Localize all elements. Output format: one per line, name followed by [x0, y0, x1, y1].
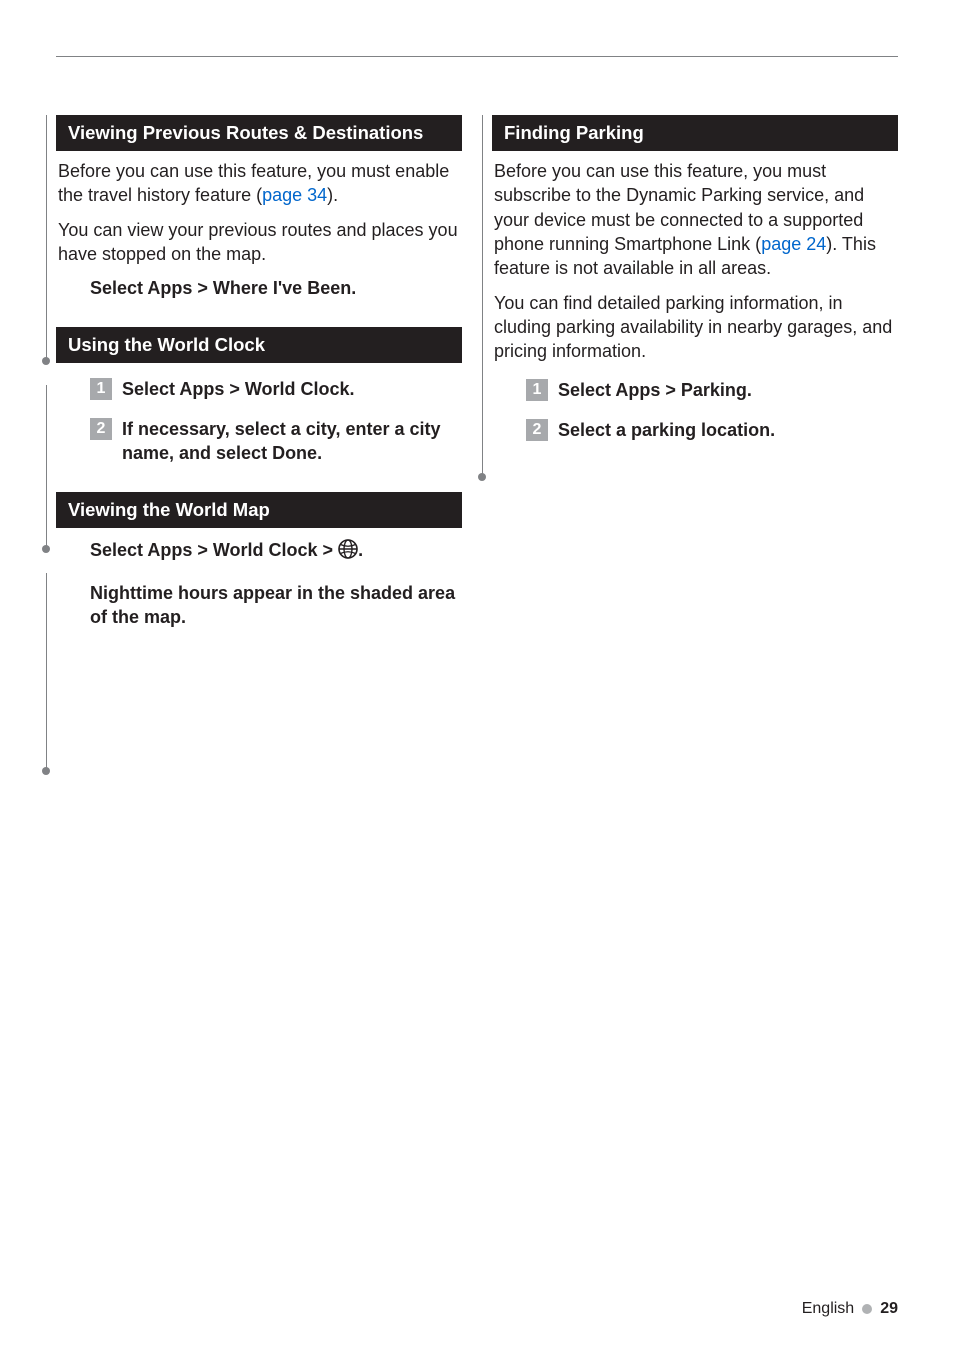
- step-text: Select Apps > Parking.: [558, 378, 752, 402]
- text: Before you can use this feature, you mus…: [58, 161, 449, 205]
- body-text: Before you can use this feature, you mus…: [494, 159, 898, 280]
- section-heading: Finding Parking: [492, 115, 898, 151]
- section-heading: Using the World Clock: [56, 327, 462, 363]
- step-text: If necessary, select a city, enter a cit…: [122, 417, 462, 466]
- section-rail: [46, 573, 47, 771]
- step-item: 2 Select a parking location.: [526, 418, 898, 442]
- section-rail: [46, 385, 47, 549]
- section-rail: [46, 115, 47, 361]
- right-column: Finding Parking Before you can use this …: [492, 115, 898, 656]
- step-text: Select Apps > Where I've Been.: [90, 276, 462, 300]
- section-heading: Viewing Previous Routes & Destinations: [56, 115, 462, 151]
- rail-dot: [42, 357, 50, 365]
- step-list: Select Apps > World Clock > . Nighttime …: [90, 538, 462, 630]
- step-list: 1 Select Apps > World Clock. 2 If necess…: [90, 377, 462, 466]
- section-world-map: Viewing the World Map Select Apps > Worl…: [56, 492, 462, 630]
- text: ).: [327, 185, 338, 205]
- body-text: You can view your previous routes and pl…: [58, 218, 462, 267]
- step-number-badge: 2: [526, 419, 548, 441]
- page: Viewing Previous Routes & Destinations B…: [0, 0, 954, 1354]
- header-rule: [56, 56, 898, 57]
- page-footer: English 29: [802, 1300, 898, 1318]
- body-text: Before you can use this feature, you mus…: [58, 159, 462, 208]
- rail-dot: [42, 545, 50, 553]
- step-number-badge: 2: [90, 418, 112, 440]
- columns: Viewing Previous Routes & Destinations B…: [56, 115, 898, 656]
- step-item: 1 Select Apps > World Clock.: [90, 377, 462, 401]
- step-number-badge: 1: [526, 379, 548, 401]
- section-finding-parking: Finding Parking Before you can use this …: [492, 115, 898, 442]
- body-text: You can find detailed parking informatio…: [494, 291, 898, 364]
- step-text: Select a parking location.: [558, 418, 775, 442]
- section-heading: Viewing the World Map: [56, 492, 462, 528]
- step-item: 1 Select Apps > Parking.: [526, 378, 898, 402]
- page-link[interactable]: page 24: [761, 234, 826, 254]
- rail-dot: [42, 767, 50, 775]
- text: Select Apps > World Clock >: [90, 540, 338, 560]
- section-world-clock: Using the World Clock 1 Select Apps > Wo…: [56, 327, 462, 466]
- left-column: Viewing Previous Routes & Destinations B…: [56, 115, 462, 656]
- step-text: Select Apps > World Clock > .: [90, 538, 462, 565]
- rail-dot: [478, 473, 486, 481]
- footer-language: English: [802, 1300, 854, 1318]
- section-previous-routes: Viewing Previous Routes & Destinations B…: [56, 115, 462, 301]
- section-rail: [482, 115, 483, 477]
- footer-page-number: 29: [880, 1300, 898, 1318]
- page-link[interactable]: page 34: [262, 185, 327, 205]
- globe-icon: [338, 539, 358, 565]
- step-text: Nighttime hours appear in the shaded are…: [90, 581, 462, 630]
- step-item: 2 If necessary, select a city, enter a c…: [90, 417, 462, 466]
- step-list: Select Apps > Where I've Been.: [90, 276, 462, 300]
- step-list: 1 Select Apps > Parking. 2 Select a park…: [526, 378, 898, 443]
- text: .: [358, 540, 363, 560]
- step-text: Select Apps > World Clock.: [122, 377, 355, 401]
- step-number-badge: 1: [90, 378, 112, 400]
- footer-dot-icon: [862, 1304, 872, 1314]
